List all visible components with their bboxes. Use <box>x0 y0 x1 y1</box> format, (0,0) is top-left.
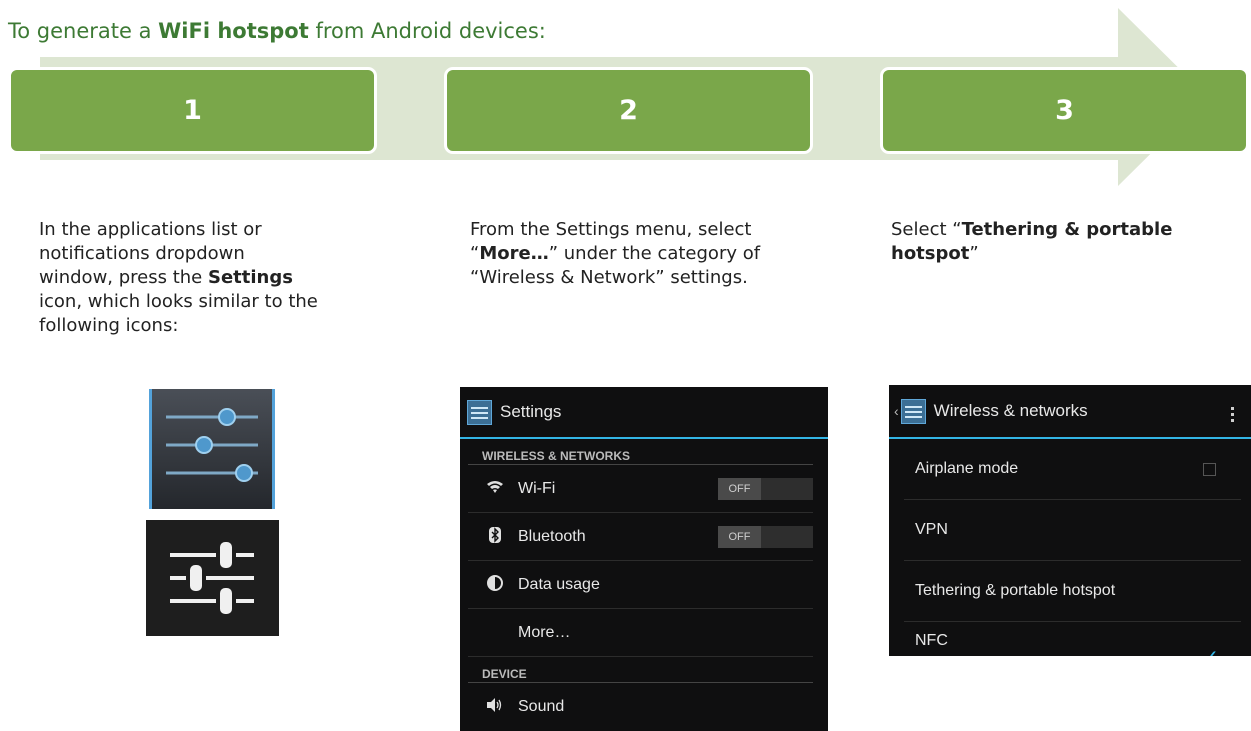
wifi-icon <box>484 480 506 498</box>
overflow-menu-icon[interactable] <box>1231 407 1237 422</box>
wireless-item-vpn[interactable]: VPN <box>904 500 1241 561</box>
airplane-mode-checkbox[interactable] <box>1203 462 1216 476</box>
bluetooth-toggle-state: OFF <box>718 526 761 548</box>
settings-icon-blue <box>149 389 275 509</box>
nfc-label: NFC <box>915 632 948 649</box>
vpn-label: VPN <box>915 521 948 538</box>
settings-title: Settings <box>500 402 562 421</box>
settings-item-more[interactable]: More… <box>468 609 813 657</box>
bluetooth-label: Bluetooth <box>518 527 586 545</box>
data-usage-label: Data usage <box>518 575 600 593</box>
settings-app-icon <box>900 398 926 424</box>
step-3-number: 3 <box>1055 95 1074 126</box>
step-2-box: 2 <box>444 67 813 154</box>
settings-icon-dark <box>146 520 279 636</box>
wireless-item-airplane-mode[interactable]: Airplane mode <box>904 439 1241 500</box>
data-usage-icon <box>484 574 506 595</box>
more-label: More… <box>518 623 571 641</box>
bluetooth-icon <box>484 526 506 547</box>
wireless-header: ‹ Wireless & networks <box>889 385 1251 439</box>
nfc-checkmark-icon[interactable]: ✓ <box>1202 645 1219 656</box>
wireless-item-tethering[interactable]: Tethering & portable hotspot <box>904 561 1241 622</box>
wifi-label: Wi-Fi <box>518 479 556 497</box>
step-3-box: 3 <box>880 67 1249 154</box>
settings-item-wifi[interactable]: Wi-Fi OFF <box>468 465 813 513</box>
settings-item-data-usage[interactable]: Data usage <box>468 561 813 609</box>
settings-app-icon <box>467 399 492 425</box>
sound-icon <box>484 697 506 717</box>
step-2-number: 2 <box>619 95 638 126</box>
settings-sliders-icon <box>166 408 258 482</box>
bluetooth-toggle[interactable]: OFF <box>718 526 813 548</box>
wifi-toggle-state: OFF <box>718 478 761 500</box>
wireless-item-nfc[interactable]: NFC ✓ <box>904 622 1241 656</box>
page-heading: To generate a WiFi hotspot from Android … <box>8 19 546 43</box>
step-1-number: 1 <box>183 95 202 126</box>
wifi-toggle[interactable]: OFF <box>718 478 813 500</box>
back-chevron-icon[interactable]: ‹ <box>894 403 899 419</box>
tethering-label: Tethering & portable hotspot <box>915 582 1116 599</box>
settings-sliders-icon <box>170 542 254 614</box>
section-device: DEVICE <box>468 657 813 683</box>
settings-screenshot: Settings WIRELESS & NETWORKS Wi-Fi OFF B… <box>460 387 828 731</box>
sound-label: Sound <box>518 697 565 715</box>
step-3-description: Select “Tethering & portable hotspot” <box>891 219 1173 264</box>
settings-item-sound[interactable]: Sound <box>468 683 813 730</box>
wireless-title: Wireless & networks <box>933 401 1088 420</box>
settings-header: Settings <box>460 387 828 439</box>
airplane-mode-label: Airplane mode <box>915 460 1019 477</box>
section-wireless-networks: WIRELESS & NETWORKS <box>468 439 813 465</box>
wireless-networks-screenshot: ‹ Wireless & networks Airplane mode VPN … <box>889 385 1251 656</box>
step-1-description: In the applications list or notification… <box>39 219 318 336</box>
step-2-description: From the Settings menu, select “More…” u… <box>470 219 761 288</box>
settings-item-bluetooth[interactable]: Bluetooth OFF <box>468 513 813 561</box>
step-1-box: 1 <box>8 67 377 154</box>
